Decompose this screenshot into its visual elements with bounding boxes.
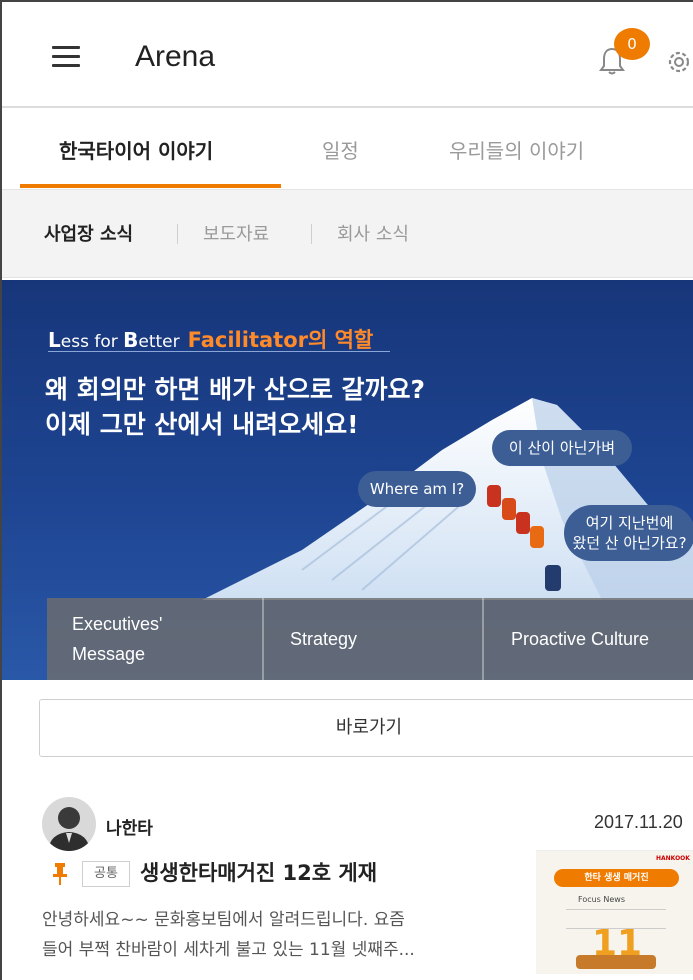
speech-bubble: 이 산이 아닌가벼 xyxy=(492,430,632,466)
subtab-site-news[interactable]: 사업장 소식 xyxy=(44,220,133,246)
post-title[interactable]: 생생한타매거진 12호 게재 xyxy=(140,857,377,887)
user-silhouette-icon xyxy=(48,807,90,851)
subtab-divider xyxy=(311,224,312,244)
speech-bubble: Where am I? xyxy=(358,471,476,507)
app-frame: Arena 0 한국타이어 이야기 일정 우리들의 이야기 사업장 소식 보도자… xyxy=(0,0,693,980)
post-author[interactable]: 나한타 xyxy=(106,814,153,839)
secondary-tabs: 사업장 소식 보도자료 회사 소식 xyxy=(2,190,693,278)
banner-quick-links: Executives' Message Strategy Proactive C… xyxy=(47,598,693,680)
pin-icon xyxy=(53,863,67,885)
speech-bubble: 여기 지난번에 왔던 산 아닌가요? xyxy=(564,505,693,561)
banner-headline: 왜 회의만 하면 배가 산으로 갈까요? 이제 그만 산에서 내려오세요! xyxy=(45,375,426,439)
author-avatar[interactable] xyxy=(42,797,96,851)
post-date: 2017.11.20 xyxy=(594,812,683,832)
thumbnail-logo: HANKOOK xyxy=(656,855,690,862)
subtab-company-news[interactable]: 회사 소식 xyxy=(337,220,409,246)
subtab-press-release[interactable]: 보도자료 xyxy=(203,220,269,246)
post-excerpt[interactable]: 안녕하세요~~ 문화홍보팀에서 알려드립니다. 요즘 들어 부쩍 찬바람이 세차… xyxy=(42,905,512,965)
subtab-divider xyxy=(177,224,178,244)
gear-icon[interactable] xyxy=(663,46,693,78)
tab-schedule[interactable]: 일정 xyxy=(322,135,359,164)
hamburger-menu-icon[interactable] xyxy=(52,46,80,68)
app-title: Arena xyxy=(135,40,216,73)
quick-link-divider xyxy=(482,598,484,680)
primary-tabs: 한국타이어 이야기 일정 우리들의 이야기 xyxy=(2,108,693,190)
thumbnail-food-photo xyxy=(576,955,656,969)
thumbnail-section: Focus News xyxy=(578,895,626,904)
quick-link-strategy[interactable]: Strategy xyxy=(290,598,470,680)
category-tag: 공통 xyxy=(82,861,130,887)
tab-hankook-story[interactable]: 한국타이어 이야기 xyxy=(59,135,213,164)
quick-link-divider xyxy=(262,598,264,680)
shortcut-button[interactable]: 바로가기 xyxy=(39,699,693,757)
brand-underline xyxy=(48,351,390,352)
app-bar: Arena 0 xyxy=(2,2,693,108)
tab-our-stories[interactable]: 우리들의 이야기 xyxy=(449,135,584,164)
quick-link-executives-message[interactable]: Executives' Message xyxy=(72,598,262,680)
feature-banner[interactable]: Less for Better Facilitator의 역할 왜 회의만 하면 … xyxy=(2,280,693,680)
post-thumbnail[interactable]: HANKOOK 한타 생생 매거진 Focus News 11 xyxy=(536,850,693,974)
active-tab-indicator xyxy=(20,184,281,188)
thumbnail-magazine-title: 한타 생생 매거진 xyxy=(554,869,679,887)
quick-link-proactive-culture[interactable]: Proactive Culture xyxy=(511,598,693,680)
notification-badge: 0 xyxy=(614,28,650,60)
banner-brand: Less for Better Facilitator의 역할 xyxy=(48,328,374,352)
